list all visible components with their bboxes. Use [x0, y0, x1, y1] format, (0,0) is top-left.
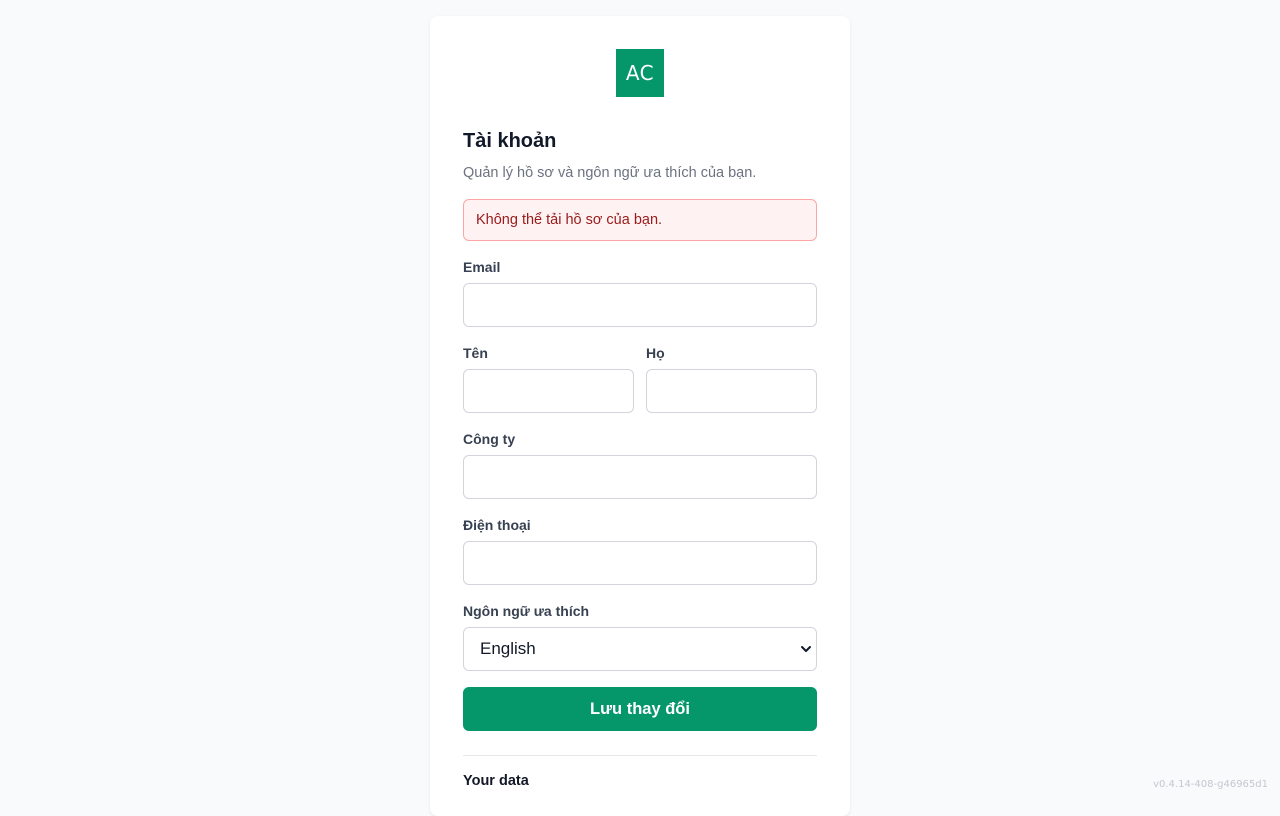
first-name-label: Tên [463, 343, 634, 363]
phone-field-group: Điện thoại [463, 515, 817, 585]
first-name-field[interactable] [463, 369, 634, 413]
error-alert: Không thể tải hồ sơ của bạn. [463, 199, 817, 241]
last-name-label: Họ [646, 343, 817, 363]
logo-container: AC [463, 49, 817, 97]
brand-logo: AC [616, 49, 664, 97]
page-title: Tài khoản [463, 129, 817, 153]
language-label: Ngôn ngữ ưa thích [463, 601, 817, 621]
phone-label: Điện thoại [463, 515, 817, 535]
last-name-field-group: Họ [646, 343, 817, 413]
chevron-down-icon [799, 642, 813, 656]
language-field-group: Ngôn ngữ ưa thích English [463, 601, 817, 671]
error-alert-message: Không thể tải hồ sơ của bạn. [476, 212, 662, 228]
email-field[interactable] [463, 283, 817, 327]
page-subtitle: Quản lý hồ sơ và ngôn ngữ ưa thích của b… [463, 163, 817, 183]
language-select-wrapper: English [463, 627, 817, 671]
phone-field[interactable] [463, 541, 817, 585]
company-field-group: Công ty [463, 429, 817, 499]
company-label: Công ty [463, 429, 817, 449]
first-name-field-group: Tên [463, 343, 634, 413]
your-data-heading: Your data [463, 773, 817, 789]
language-select[interactable]: English [463, 627, 817, 671]
account-card: AC Tài khoản Quản lý hồ sơ và ngôn ngữ ư… [430, 16, 850, 816]
company-field[interactable] [463, 455, 817, 499]
email-label: Email [463, 257, 817, 277]
save-changes-button[interactable]: Lưu thay đổi [463, 687, 817, 731]
language-selected-value: English [480, 639, 536, 659]
name-row: Tên Họ [463, 327, 817, 413]
last-name-field[interactable] [646, 369, 817, 413]
email-field-group: Email [463, 257, 817, 327]
version-label: v0.4.14-408-g46965d1 [1153, 779, 1268, 790]
section-divider [463, 755, 817, 756]
